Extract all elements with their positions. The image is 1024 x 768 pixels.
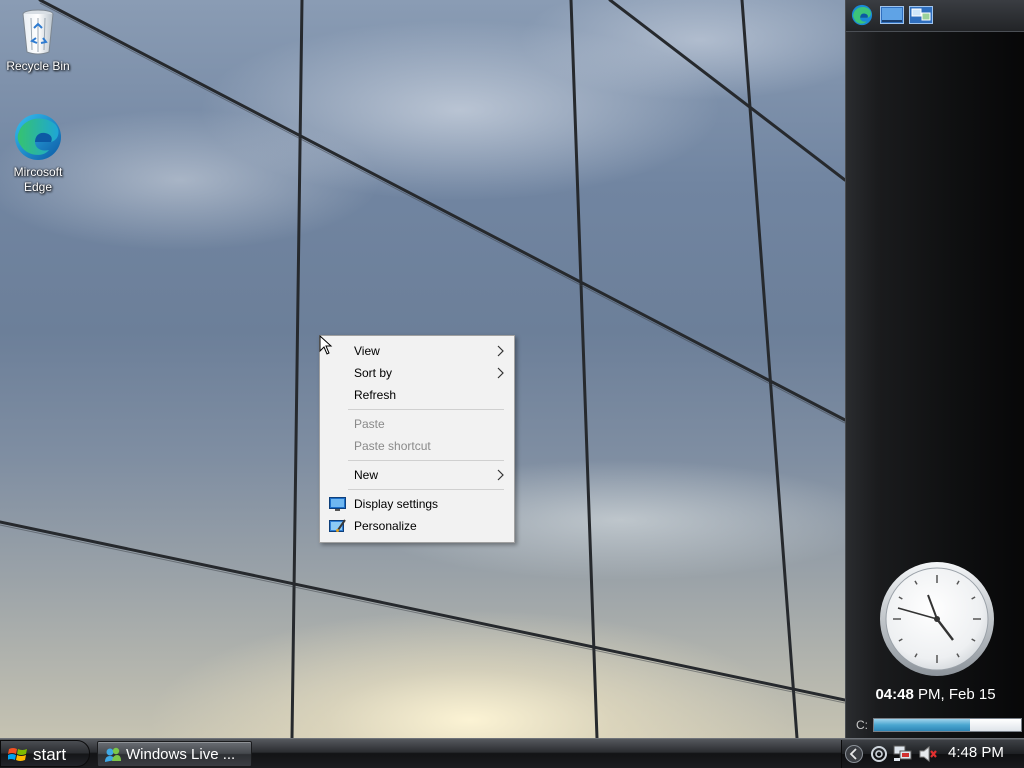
mouse-pointer-icon <box>319 335 333 355</box>
drive-label: C: <box>856 718 868 732</box>
menu-item-label: Paste shortcut <box>354 439 431 453</box>
sidebar-toolbar <box>846 0 1024 32</box>
desktop[interactable]: Recycle Bin Mircosoft Edge View Sort by <box>0 0 845 738</box>
show-desktop-button[interactable] <box>880 4 904 26</box>
drive-usage-fill <box>874 719 970 731</box>
menu-item-paste-shortcut[interactable]: Paste shortcut <box>320 435 514 457</box>
chevron-right-icon <box>497 469 504 481</box>
menu-item-view[interactable]: View <box>320 340 514 362</box>
recycle-bin-icon <box>22 9 54 55</box>
desktop-context-menu: View Sort by Refresh Paste Paste shortcu… <box>319 335 515 543</box>
clock-date-readout: 04:48 PM, Feb 15 <box>846 686 1024 703</box>
menu-separator <box>320 406 514 413</box>
menu-separator <box>320 486 514 493</box>
display-icon <box>329 497 346 511</box>
chevron-right-icon <box>497 345 504 357</box>
clock-date: PM, Feb 15 <box>913 686 996 703</box>
menu-item-label: Paste <box>354 417 385 431</box>
menu-item-refresh[interactable]: Refresh <box>320 384 514 406</box>
start-label: start <box>33 745 67 764</box>
windows-logo-icon <box>8 748 27 761</box>
menu-item-paste[interactable]: Paste <box>320 413 514 435</box>
edge-shortcut[interactable]: Mircosoft Edge <box>0 112 76 195</box>
menu-separator <box>320 457 514 464</box>
edge-label: Mircosoft Edge <box>13 165 63 194</box>
start-button[interactable]: start <box>0 740 90 767</box>
clock-time: 04:48 <box>875 686 914 703</box>
menu-item-new[interactable]: New <box>320 464 514 486</box>
show-desktop-icon <box>880 6 904 24</box>
sync-icon[interactable] <box>870 745 888 763</box>
menu-item-sort-by[interactable]: Sort by <box>320 362 514 384</box>
network-icon[interactable] <box>893 745 913 763</box>
drive-usage-bar <box>873 718 1022 732</box>
menu-item-label: Display settings <box>354 497 439 511</box>
taskbar-item-label: Windows Live ... <box>126 746 236 763</box>
sidebar-edge-button[interactable] <box>850 4 874 26</box>
system-tray: 4:48 PM <box>841 740 1024 768</box>
windows-sidebar: 04:48 PM, Feb 15 C: <box>845 0 1024 738</box>
edge-icon <box>851 4 873 26</box>
gadgets-icon <box>909 6 933 24</box>
tray-clock[interactable]: 4:48 PM <box>948 744 1004 761</box>
chevron-right-icon <box>497 367 504 379</box>
menu-item-label: Personalize <box>354 519 417 533</box>
menu-item-label: View <box>354 344 380 358</box>
menu-item-display-settings[interactable]: Display settings <box>320 493 514 515</box>
recycle-bin-label: Recycle Bin <box>6 59 70 73</box>
gadgets-button[interactable] <box>909 4 933 26</box>
volume-muted-icon[interactable] <box>918 745 938 763</box>
taskbar-item-windows-live[interactable]: Windows Live ... <box>97 741 252 767</box>
windows-live-messenger-icon <box>105 747 121 762</box>
edge-icon <box>15 114 61 160</box>
clock-gadget[interactable] <box>878 560 996 678</box>
menu-item-label: Sort by <box>354 366 393 380</box>
tray-expand-icon[interactable] <box>844 744 864 764</box>
taskbar: start Windows Live ... 4:48 PM <box>0 738 1024 768</box>
personalize-icon <box>329 519 346 532</box>
recycle-bin-shortcut[interactable]: Recycle Bin <box>0 8 76 74</box>
menu-item-personalize[interactable]: Personalize <box>320 515 514 537</box>
menu-item-label: Refresh <box>354 388 397 402</box>
menu-item-label: New <box>354 468 379 482</box>
drive-meter-gadget[interactable]: C: <box>854 716 1022 734</box>
